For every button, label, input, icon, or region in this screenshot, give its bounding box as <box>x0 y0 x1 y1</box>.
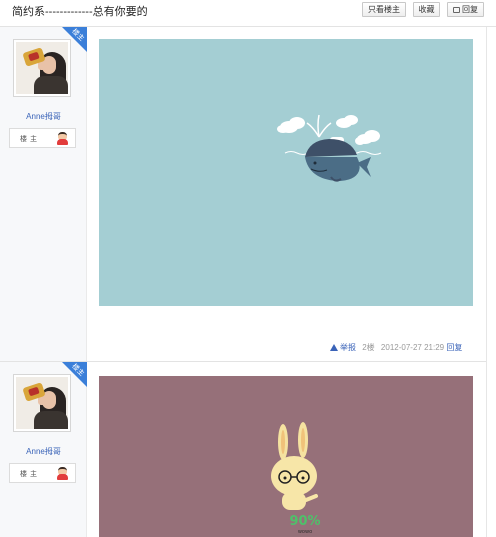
author-avatar[interactable] <box>13 374 71 432</box>
content-right-border <box>486 27 487 537</box>
whale-illustration <box>277 114 382 182</box>
owner-badge: 楼主 <box>9 463 76 483</box>
bunny-caption: 90% <box>289 514 320 529</box>
post-floor-3: 楼主 Anne拇哥 楼主 90% wowo <box>0 362 486 537</box>
bunny-illustration: 90% wowo <box>271 422 321 535</box>
post-image-bunny[interactable]: 90% wowo <box>99 376 473 537</box>
owner-badge-label: 楼主 <box>20 136 40 143</box>
author-username[interactable]: Anne拇哥 <box>0 446 87 457</box>
post-meta: 举报 2楼 2012-07-27 21:29 回复 <box>330 342 462 353</box>
post-reply-link[interactable]: 回复 <box>446 343 462 352</box>
report-link[interactable]: 举报 <box>340 343 356 352</box>
report-warning-icon <box>330 344 338 351</box>
thread-header: 简约系-------------总有你要的 只看楼主 收藏 回复 <box>0 0 496 27</box>
floor-number: 2楼 <box>362 343 375 352</box>
reply-icon <box>453 7 460 13</box>
thread-title: 简约系-------------总有你要的 <box>12 6 148 18</box>
author-username[interactable]: Anne拇哥 <box>0 111 87 122</box>
bunny-sub-caption: wowo <box>298 529 312 535</box>
reply-button[interactable]: 回复 <box>447 2 484 17</box>
owner-figure-icon <box>56 132 69 145</box>
post-floor-2: 楼主 Anne拇哥 楼主 举报 2楼 2012-07-27 21:29 回复 <box>0 27 486 361</box>
author-avatar[interactable] <box>13 39 71 97</box>
owner-badge: 楼主 <box>9 128 76 148</box>
reply-button-label: 回复 <box>462 5 478 14</box>
only-owner-button[interactable]: 只看楼主 <box>362 2 406 17</box>
favorite-button[interactable]: 收藏 <box>413 2 440 17</box>
post-datetime: 2012-07-27 21:29 <box>380 343 445 352</box>
owner-badge-label: 楼主 <box>20 471 40 478</box>
post-image-whale[interactable] <box>99 39 473 306</box>
owner-figure-icon <box>56 467 69 480</box>
